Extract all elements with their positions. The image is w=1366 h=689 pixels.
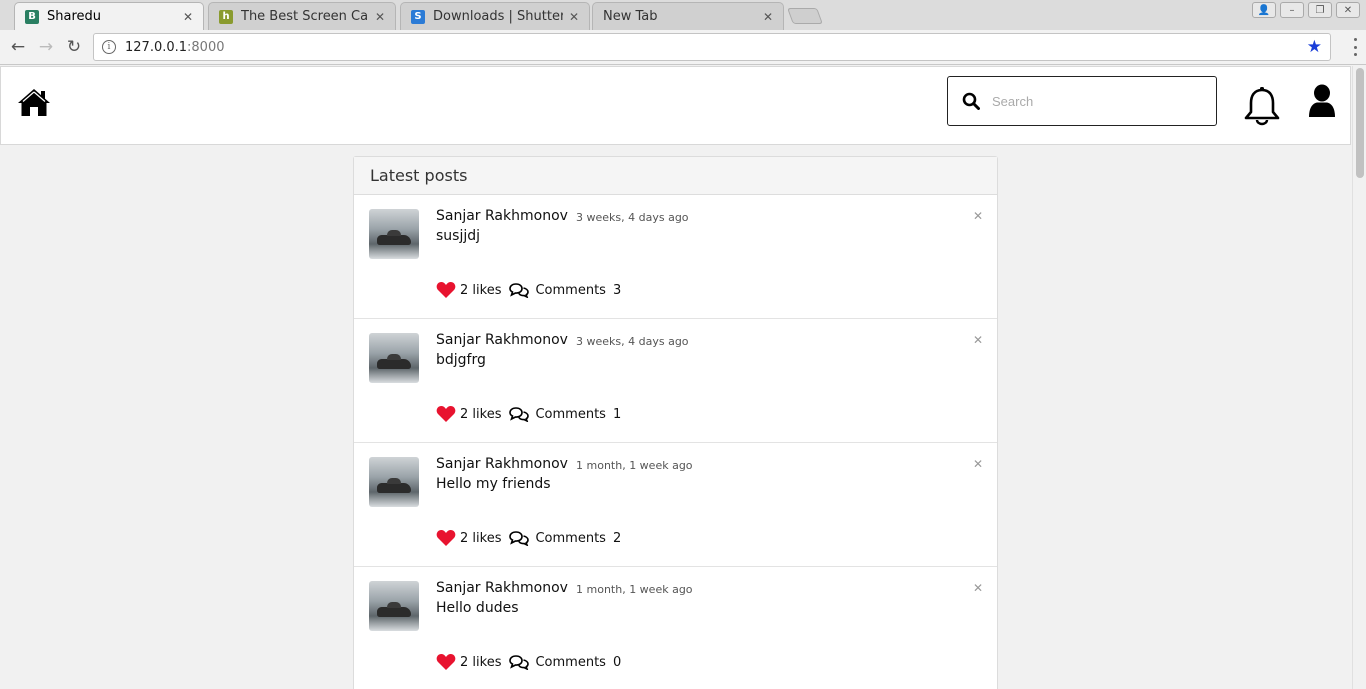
avatar[interactable] [369, 209, 419, 259]
like-count[interactable]: 2 likes [460, 655, 501, 670]
post-actions: 2 likes Comments 2 [436, 529, 621, 547]
site-favicon-icon: h [219, 9, 233, 24]
panel-title: Latest posts [354, 157, 997, 195]
comments-label[interactable]: Comments [535, 283, 605, 298]
forward-arrow-icon[interactable]: → [35, 36, 57, 58]
post-actions: 2 likes Comments 0 [436, 653, 621, 671]
user-icon[interactable] [1307, 84, 1337, 118]
comments-icon[interactable] [509, 282, 530, 298]
post-author[interactable]: Sanjar Rakhmonov [436, 580, 568, 596]
tab-close-icon[interactable]: ✕ [183, 10, 193, 24]
address-host: 127.0.0.1 [125, 39, 188, 55]
comments-label[interactable]: Comments [535, 655, 605, 670]
tab-title: The Best Screen Captur [241, 9, 369, 24]
page-scrollbar[interactable] [1352, 66, 1366, 689]
post-actions: 2 likes Comments 3 [436, 281, 621, 299]
browser-menu-icon[interactable] [1354, 38, 1358, 56]
tab-shutter-downloads[interactable]: S Downloads | Shutter - F ✕ [400, 2, 590, 30]
address-port: :8000 [187, 39, 225, 55]
page-content: Latest posts Sanjar Rakhmonov 3 weeks, 4… [0, 66, 1352, 689]
like-count[interactable]: 2 likes [460, 283, 501, 298]
heart-icon[interactable] [436, 653, 456, 671]
tab-close-icon[interactable]: ✕ [569, 10, 579, 24]
like-count[interactable]: 2 likes [460, 531, 501, 546]
post-author[interactable]: Sanjar Rakhmonov [436, 332, 568, 348]
star-icon[interactable]: ★ [1307, 37, 1322, 57]
close-window-icon[interactable]: ✕ [1336, 2, 1360, 18]
search-box[interactable] [947, 76, 1217, 126]
like-count[interactable]: 2 likes [460, 407, 501, 422]
post-item: Sanjar Rakhmonov 1 month, 1 week ago Hel… [354, 567, 997, 689]
avatar[interactable] [369, 457, 419, 507]
comments-count: 0 [612, 654, 622, 670]
browser-toolbar: ← → ↻ i 127.0.0.1:8000 ★ [0, 30, 1366, 65]
site-header [0, 66, 1351, 145]
post-item: Sanjar Rakhmonov 3 weeks, 4 days ago bdj… [354, 319, 997, 443]
comments-label[interactable]: Comments [535, 407, 605, 422]
post-text: bdjgfrg [436, 352, 486, 368]
tab-close-icon[interactable]: ✕ [375, 10, 385, 24]
sharedu-favicon-icon: B [25, 9, 39, 24]
delete-post-icon[interactable]: ✕ [973, 333, 983, 347]
tab-title: Downloads | Shutter - F [433, 9, 563, 24]
tab-strip: B Sharedu ✕ h The Best Screen Captur ✕ S… [0, 0, 1366, 30]
tab-title: New Tab [603, 9, 658, 24]
post-text: susjjdj [436, 228, 481, 244]
delete-post-icon[interactable]: ✕ [973, 581, 983, 595]
profile-icon[interactable]: 👤 [1252, 2, 1276, 18]
bell-icon[interactable] [1243, 86, 1281, 126]
window-controls: 👤 – ❐ ✕ [1252, 2, 1360, 18]
comments-label[interactable]: Comments [535, 531, 605, 546]
post-item: Sanjar Rakhmonov 3 weeks, 4 days ago sus… [354, 195, 997, 319]
delete-post-icon[interactable]: ✕ [973, 209, 983, 223]
post-author[interactable]: Sanjar Rakhmonov [436, 456, 568, 472]
heart-icon[interactable] [436, 281, 456, 299]
post-time: 3 weeks, 4 days ago [576, 335, 689, 348]
post-text: Hello dudes [436, 600, 519, 616]
back-arrow-icon[interactable]: ← [7, 36, 29, 58]
address-bar[interactable]: i 127.0.0.1:8000 ★ [93, 33, 1331, 61]
scrollbar-thumb[interactable] [1356, 68, 1364, 178]
tab-close-icon[interactable]: ✕ [763, 10, 773, 24]
avatar[interactable] [369, 581, 419, 631]
comments-count: 3 [612, 282, 622, 298]
search-input[interactable] [992, 93, 1192, 109]
comments-count: 2 [612, 530, 622, 546]
comments-count: 1 [612, 406, 622, 422]
post-author[interactable]: Sanjar Rakhmonov [436, 208, 568, 224]
maximize-icon[interactable]: ❐ [1308, 2, 1332, 18]
tab-new-tab[interactable]: New Tab ✕ [592, 2, 784, 30]
post-time: 1 month, 1 week ago [576, 459, 693, 472]
comments-icon[interactable] [509, 654, 530, 670]
post-text: Hello my friends [436, 476, 551, 492]
minimize-icon[interactable]: – [1280, 2, 1304, 18]
post-item: Sanjar Rakhmonov 1 month, 1 week ago Hel… [354, 443, 997, 567]
search-icon [962, 92, 980, 110]
comments-icon[interactable] [509, 406, 530, 422]
post-time: 3 weeks, 4 days ago [576, 211, 689, 224]
latest-posts-panel: Latest posts Sanjar Rakhmonov 3 weeks, 4… [353, 156, 998, 689]
reload-icon[interactable]: ↻ [63, 36, 85, 58]
comments-icon[interactable] [509, 530, 530, 546]
avatar[interactable] [369, 333, 419, 383]
tab-title: Sharedu [47, 9, 102, 24]
home-icon[interactable] [17, 87, 51, 117]
post-time: 1 month, 1 week ago [576, 583, 693, 596]
tab-sharedu[interactable]: B Sharedu ✕ [14, 2, 204, 30]
info-icon[interactable]: i [102, 40, 116, 54]
tab-screen-capture[interactable]: h The Best Screen Captur ✕ [208, 2, 396, 30]
post-actions: 2 likes Comments 1 [436, 405, 621, 423]
shutter-favicon-icon: S [411, 9, 425, 24]
delete-post-icon[interactable]: ✕ [973, 457, 983, 471]
heart-icon[interactable] [436, 529, 456, 547]
new-tab-button[interactable] [787, 8, 823, 24]
heart-icon[interactable] [436, 405, 456, 423]
